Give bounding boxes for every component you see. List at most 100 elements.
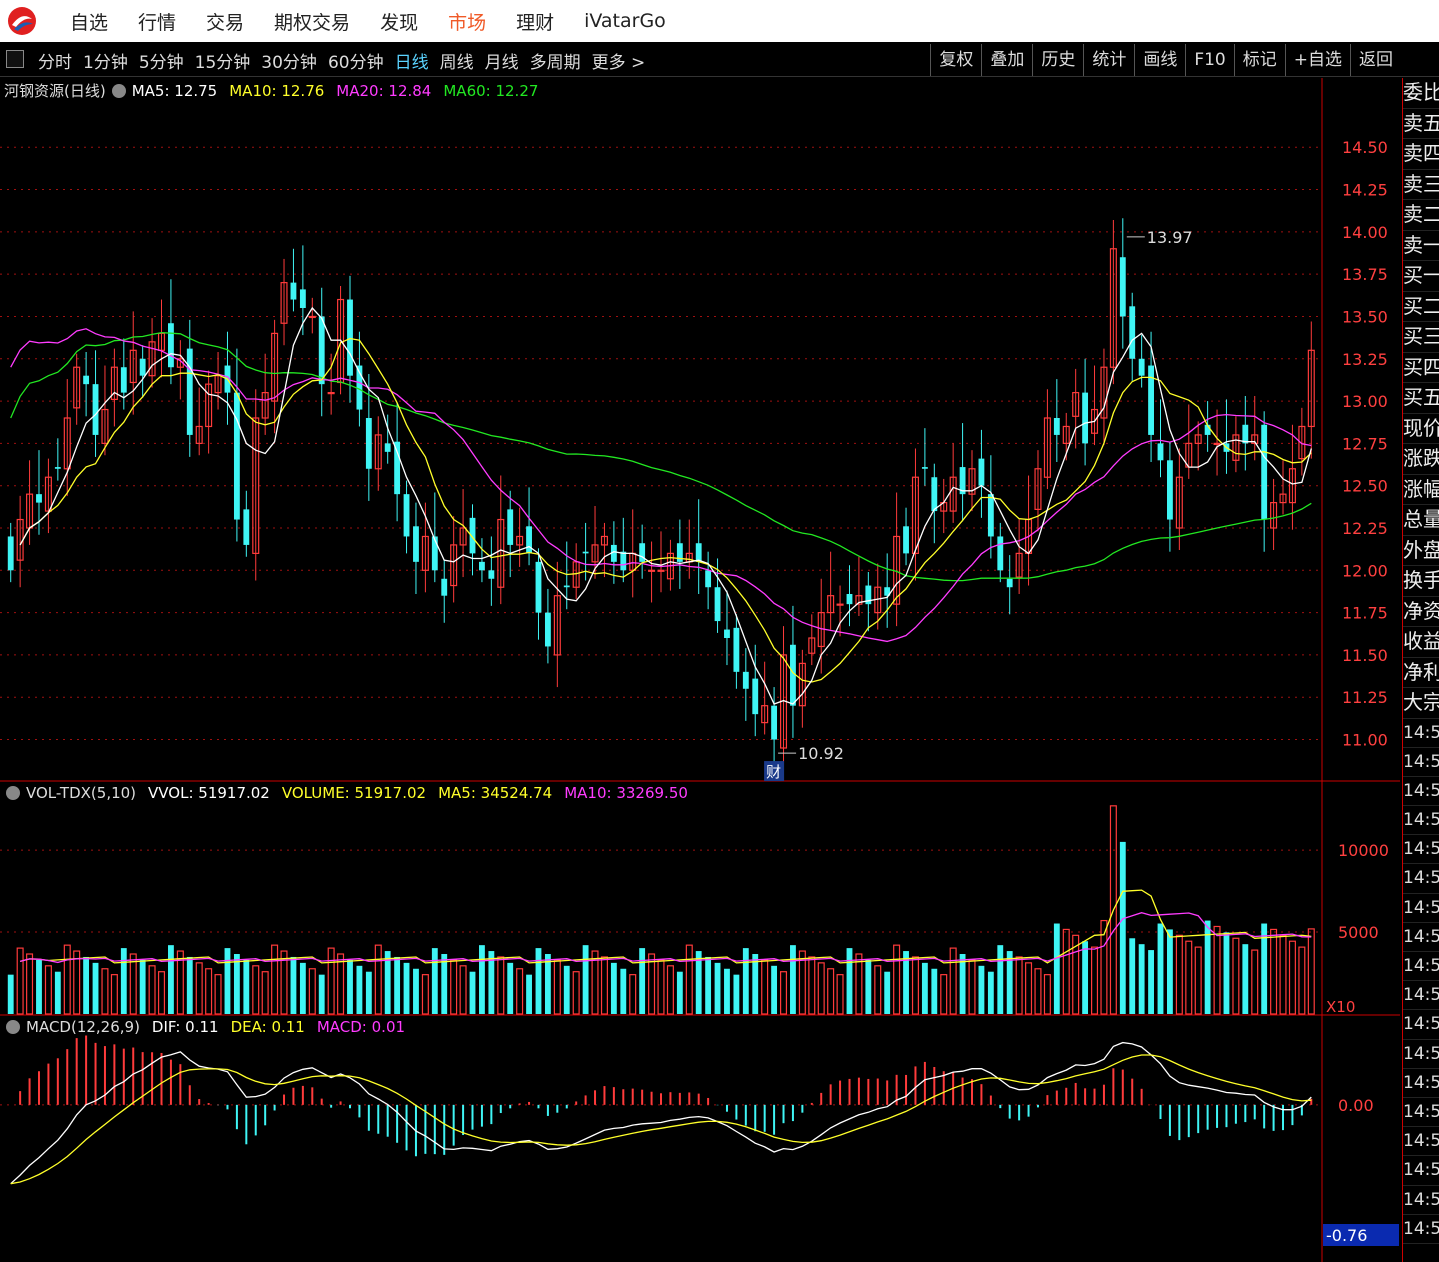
tab-5min[interactable]: 5分钟 (139, 48, 184, 73)
menu-item-options[interactable]: 期权交易 (274, 8, 350, 35)
panel-label: 买四 (1403, 353, 1439, 383)
panel-label: 大宗 (1403, 688, 1439, 719)
tool-history-button[interactable]: 历史 (1032, 44, 1083, 76)
volume-bar (1053, 923, 1060, 1014)
candle-body (1053, 418, 1060, 435)
tab-30min[interactable]: 30分钟 (261, 48, 317, 73)
volume-bar (1082, 941, 1089, 1014)
quote-side-panel: 委比 卖五 卖四 卖三 卖二 卖一 买一 买二 买三 买四 买五 现价 涨跌 涨幅 总量 外盘 换手 净资 收益 净利… (1402, 78, 1439, 1262)
candle-body (921, 467, 928, 469)
menu-item-zixuan[interactable]: 自选 (70, 8, 108, 35)
candle-body (657, 569, 665, 572)
period-tabs: 分时 1分钟 5分钟 15分钟 30分钟 60分钟 日线 周线 月线 多周期 更… (38, 44, 656, 76)
volume-bar (261, 971, 269, 1015)
candle-body (535, 561, 542, 613)
panel-label: 外盘 (1403, 536, 1439, 566)
tool-adjust-button[interactable]: 复权 (930, 44, 981, 76)
high-marker-label: 13.97 (1147, 228, 1193, 247)
tab-15min[interactable]: 15分钟 (195, 48, 251, 73)
tool-add-watch-button[interactable]: +自选 (1284, 44, 1350, 76)
tick-time: 14:5 (1403, 1127, 1439, 1157)
volume-bar (978, 965, 985, 1014)
candle-body (582, 551, 589, 554)
chart-toolbar: 分时 1分钟 5分钟 15分钟 30分钟 60分钟 日线 周线 月线 多周期 更… (0, 44, 1439, 77)
kline-chart[interactable]: 14.50 14.25 14.00 13.75 13.50 13.25 13.00 12.75… (0, 78, 1400, 1262)
volume-bar (347, 959, 353, 1014)
tab-1min[interactable]: 1分钟 (83, 48, 128, 73)
volume-bar (394, 956, 401, 1014)
candle-body (790, 644, 796, 706)
volume-bar (1232, 937, 1240, 1015)
volume-bar (214, 974, 222, 1015)
tick-time: 14:5 (1403, 864, 1439, 894)
volume-bar (1138, 944, 1145, 1014)
volume-bar (195, 962, 203, 1015)
volume-bar (931, 968, 938, 1014)
candle-body (978, 458, 985, 486)
candle-body (714, 587, 721, 622)
tool-overlay-button[interactable]: 叠加 (981, 44, 1032, 76)
volume-bar (365, 971, 372, 1014)
panel-label: 卖四 (1403, 139, 1439, 170)
volume-bar (1148, 950, 1154, 1014)
volume-bar (1279, 934, 1287, 1015)
tool-mark-button[interactable]: 标记 (1233, 44, 1285, 76)
tool-back-button[interactable]: 返回 (1350, 44, 1401, 76)
menu-item-jiaoyi[interactable]: 交易 (206, 8, 244, 35)
menu-item-discover[interactable]: 发现 (380, 8, 418, 35)
app-logo-icon[interactable] (6, 5, 38, 37)
candle-body (441, 578, 448, 596)
volume-bar (610, 962, 617, 1014)
tick-time: 14:5 (1403, 1010, 1439, 1040)
tool-f10-button[interactable]: F10 (1185, 44, 1233, 76)
volume-bar (563, 965, 570, 1014)
candle-body (318, 316, 325, 385)
candle-body (384, 443, 391, 452)
price-tick-label: 11.00 (1342, 731, 1388, 750)
volume-bar (374, 944, 382, 1015)
panel-toggle-icon[interactable] (6, 50, 24, 68)
tab-60min[interactable]: 60分钟 (328, 48, 384, 73)
volume-bar (139, 959, 146, 1014)
tool-stats-button[interactable]: 统计 (1083, 44, 1134, 76)
volume-bar (205, 968, 213, 1015)
volume-bar (1194, 946, 1202, 1015)
volume-bar (846, 948, 853, 1014)
volume-bar (997, 945, 1004, 1014)
candle-body (413, 526, 419, 562)
tab-weekly[interactable]: 周线 (440, 48, 474, 73)
tab-more[interactable]: 更多 > (592, 48, 646, 73)
volume-bar (911, 956, 919, 1015)
menu-item-market[interactable]: 市场 (448, 8, 486, 35)
price-tick-label: 11.50 (1342, 646, 1388, 665)
menu-item-wealth[interactable]: 理财 (516, 8, 554, 35)
candle-body (648, 569, 656, 572)
menu-item-ivatargo[interactable]: iVatarGo (584, 10, 666, 32)
vol-unit-label: X10 (1326, 998, 1355, 1016)
volume-bar (968, 959, 976, 1015)
volume-bar (356, 965, 363, 1014)
tab-daily[interactable]: 日线 (395, 48, 429, 73)
candle-body (836, 603, 844, 606)
panel-label: 委比 (1403, 78, 1439, 109)
tool-draw-button[interactable]: 画线 (1134, 44, 1185, 76)
candle-body (488, 570, 495, 579)
volume-bar (987, 971, 994, 1014)
candle-body (903, 526, 909, 554)
price-tick-label: 12.00 (1342, 561, 1388, 580)
volume-bar (940, 974, 948, 1015)
volume-bar (252, 965, 260, 1015)
ma5-line (19, 306, 1312, 705)
volume-bar (516, 968, 524, 1015)
tab-monthly[interactable]: 月线 (485, 48, 519, 73)
price-tick-label: 12.50 (1342, 477, 1388, 496)
volume-bar (742, 948, 749, 1014)
tab-multi-period[interactable]: 多周期 (530, 48, 581, 73)
tab-timeshare[interactable]: 分时 (38, 48, 72, 73)
volume-bar (855, 953, 863, 1015)
candle-body (139, 358, 146, 376)
menu-item-hangqing[interactable]: 行情 (138, 8, 176, 35)
volume-bar (526, 974, 532, 1014)
volume-bar (497, 956, 505, 1015)
volume-bar (290, 956, 297, 1014)
